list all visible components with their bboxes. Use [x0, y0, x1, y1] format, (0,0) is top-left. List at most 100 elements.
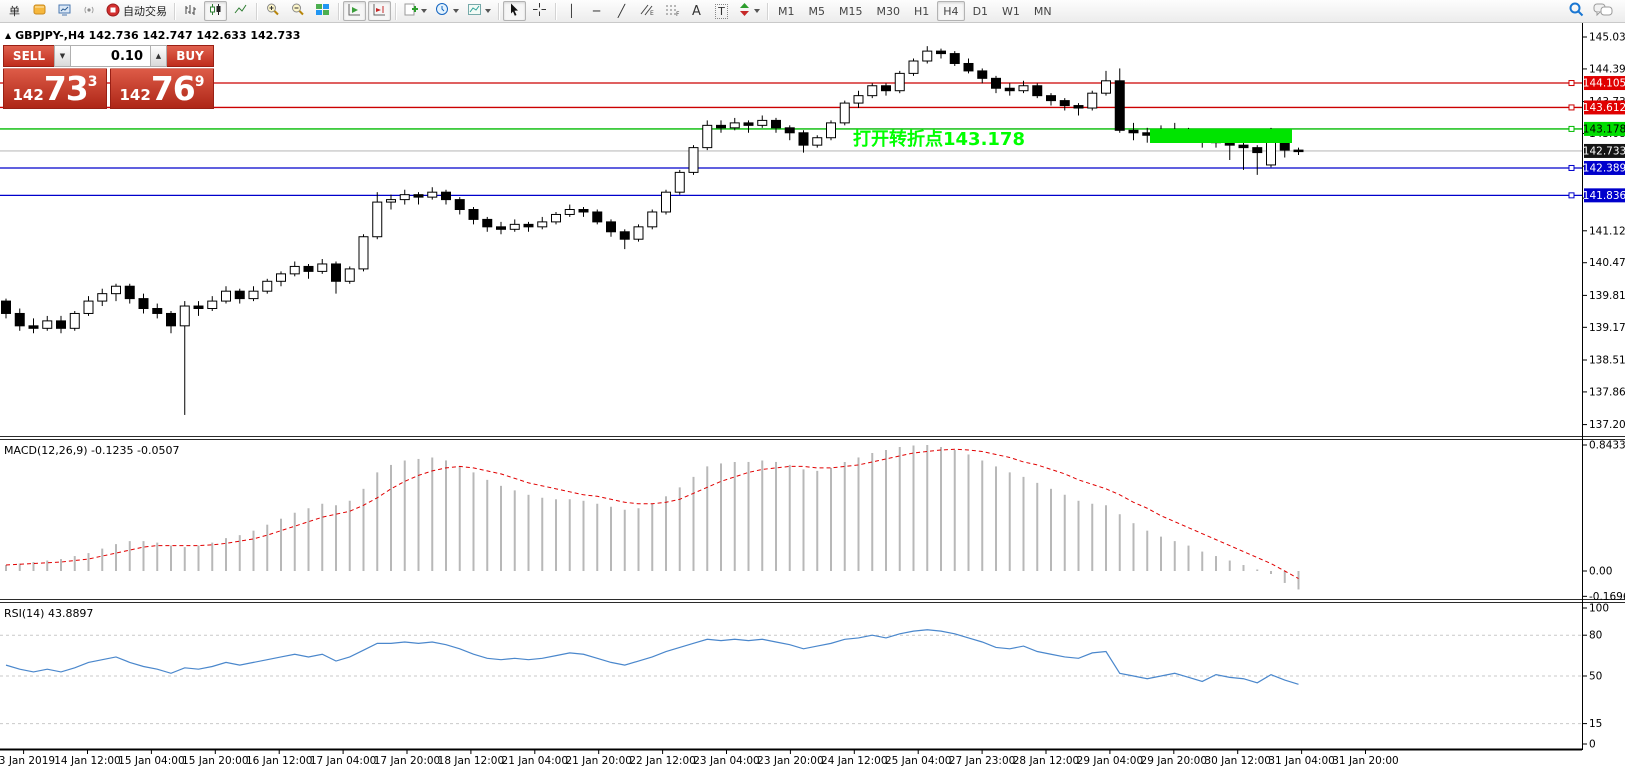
toolbar-separator	[498, 3, 499, 20]
templates-button[interactable]	[464, 1, 494, 21]
crosshair-button[interactable]	[528, 1, 551, 21]
svg-text:17 Jan 04:00: 17 Jan 04:00	[310, 755, 376, 767]
vertical-line-icon: │	[568, 4, 575, 18]
fibonacci-icon: F	[664, 2, 680, 20]
chat-bubbles-icon	[1593, 2, 1613, 21]
buy-price-button[interactable]: 142769	[110, 68, 214, 109]
market-watch-button[interactable]	[53, 1, 76, 21]
trendline-tool[interactable]: ╱	[610, 1, 633, 21]
buy-button[interactable]: BUY	[167, 45, 214, 67]
timeframe-button-m30[interactable]: M30	[871, 1, 907, 21]
svg-text:137.865: 137.865	[1589, 386, 1625, 398]
buy-price-big: 76	[151, 72, 195, 105]
chart-shift-button[interactable]	[368, 1, 391, 21]
svg-text:30 Jan 12:00: 30 Jan 12:00	[1204, 755, 1270, 767]
svg-text:138.510: 138.510	[1589, 354, 1625, 366]
svg-text:14 Jan 12:00: 14 Jan 12:00	[54, 755, 120, 767]
arrows-icon	[738, 2, 751, 20]
channel-tool[interactable]: E	[635, 1, 658, 21]
svg-text:23 Jan 20:00: 23 Jan 20:00	[757, 755, 823, 767]
candlestick-chart-button[interactable]	[204, 1, 227, 21]
svg-text:27 Jan 23:00: 27 Jan 23:00	[949, 755, 1015, 767]
text-label-tool[interactable]: T	[710, 1, 733, 21]
svg-text:142.389: 142.389	[1583, 162, 1625, 174]
timeframe-button-m15[interactable]: M15	[833, 1, 869, 21]
tile-windows-button[interactable]	[311, 1, 334, 21]
line-chart-button[interactable]	[229, 1, 252, 21]
timeframe-button-h1[interactable]: H1	[908, 1, 935, 21]
cursor-arrow-icon	[507, 2, 522, 20]
toolbar: 单 自动交易	[0, 0, 1625, 23]
cursor-button[interactable]	[503, 1, 526, 21]
volume-increase-button[interactable]: ▲	[150, 45, 167, 67]
sell-button[interactable]: SELL	[3, 45, 54, 67]
zoom-out-button[interactable]	[286, 1, 309, 21]
chat-button[interactable]	[1590, 1, 1616, 21]
svg-text:28 Jan 12:00: 28 Jan 12:00	[1013, 755, 1079, 767]
svg-text:31 Jan 20:00: 31 Jan 20:00	[1332, 755, 1398, 767]
svg-text:139.815: 139.815	[1589, 290, 1625, 302]
collapse-icon[interactable]: ▲	[5, 31, 11, 40]
timeframe-button-mn[interactable]: MN	[1028, 1, 1058, 21]
svg-text:F: F	[676, 11, 680, 17]
svg-text:13 Jan 2019: 13 Jan 2019	[0, 755, 55, 767]
signals-button[interactable]	[78, 1, 101, 21]
svg-text:141.836: 141.836	[1583, 190, 1625, 202]
svg-text:21 Jan 20:00: 21 Jan 20:00	[565, 755, 631, 767]
timeframe-button-m5[interactable]: M5	[803, 1, 832, 21]
sell-price-button[interactable]: 142733	[3, 68, 107, 109]
svg-text:15 Jan 20:00: 15 Jan 20:00	[182, 755, 248, 767]
svg-text:31 Jan 04:00: 31 Jan 04:00	[1268, 755, 1334, 767]
volume-input[interactable]: 0.10	[71, 45, 150, 67]
svg-text:0.00: 0.00	[1589, 566, 1612, 578]
autotrading-label: 自动交易	[123, 3, 167, 19]
svg-text:22 Jan 12:00: 22 Jan 12:00	[629, 755, 695, 767]
toolbar-separator	[395, 3, 396, 20]
clock-icon	[435, 2, 450, 20]
auto-scroll-button[interactable]	[343, 1, 366, 21]
svg-text:25 Jan 04:00: 25 Jan 04:00	[885, 755, 951, 767]
horizontal-line-tool[interactable]: ─	[585, 1, 608, 21]
fibonacci-tool[interactable]: F	[660, 1, 683, 21]
buy-price-sup: 9	[195, 74, 205, 90]
svg-text:15 Jan 04:00: 15 Jan 04:00	[118, 755, 184, 767]
sell-price-big: 73	[44, 72, 88, 105]
periods-button[interactable]	[432, 1, 462, 21]
volume-decrease-button[interactable]: ▼	[54, 45, 71, 67]
search-button[interactable]	[1565, 1, 1588, 21]
chart-shift-icon	[372, 2, 387, 20]
timeframe-button-m1[interactable]: M1	[772, 1, 801, 21]
zoom-out-icon	[290, 2, 305, 20]
line-chart-icon	[233, 2, 248, 20]
svg-text:140.475: 140.475	[1589, 257, 1625, 269]
sell-label: SELL	[13, 49, 45, 63]
vertical-line-tool[interactable]: │	[560, 1, 583, 21]
zoom-in-button[interactable]	[261, 1, 284, 21]
svg-text:143.178: 143.178	[1583, 123, 1625, 135]
add-indicator-icon	[403, 2, 418, 20]
dropdown-caret-icon	[421, 9, 427, 13]
new-order-button[interactable]: 单	[3, 1, 26, 21]
text-tool[interactable]: A	[685, 1, 708, 21]
timeframe-button-d1[interactable]: D1	[967, 1, 994, 21]
timeframe-button-w1[interactable]: W1	[996, 1, 1026, 21]
toolbar-separator	[256, 3, 257, 20]
svg-text:29 Jan 20:00: 29 Jan 20:00	[1141, 755, 1207, 767]
history-center-button[interactable]	[28, 1, 51, 21]
indicators-button[interactable]	[400, 1, 430, 21]
chart-title-text: GBPJPY-,H4 142.736 142.747 142.633 142.7…	[15, 29, 300, 42]
macd-label: MACD(12,26,9) -0.1235 -0.0507	[4, 444, 179, 457]
autotrading-stop-icon	[106, 3, 120, 20]
arrows-tool[interactable]	[735, 1, 763, 21]
dropdown-caret-icon	[453, 9, 459, 13]
chart-canvas[interactable]: 打开转折点143.1780.84330.00-0.169610080501501…	[0, 23, 1625, 767]
template-chart-icon	[467, 2, 482, 20]
signal-icon	[82, 2, 97, 20]
svg-text:E: E	[650, 10, 654, 17]
bar-chart-button[interactable]	[179, 1, 202, 21]
timeframe-button-h4[interactable]: H4	[937, 1, 964, 21]
autotrading-button[interactable]: 自动交易	[103, 1, 170, 21]
svg-text:143.612: 143.612	[1583, 102, 1625, 114]
sell-price-sup: 3	[88, 74, 98, 90]
svg-text:145.035: 145.035	[1589, 32, 1625, 44]
